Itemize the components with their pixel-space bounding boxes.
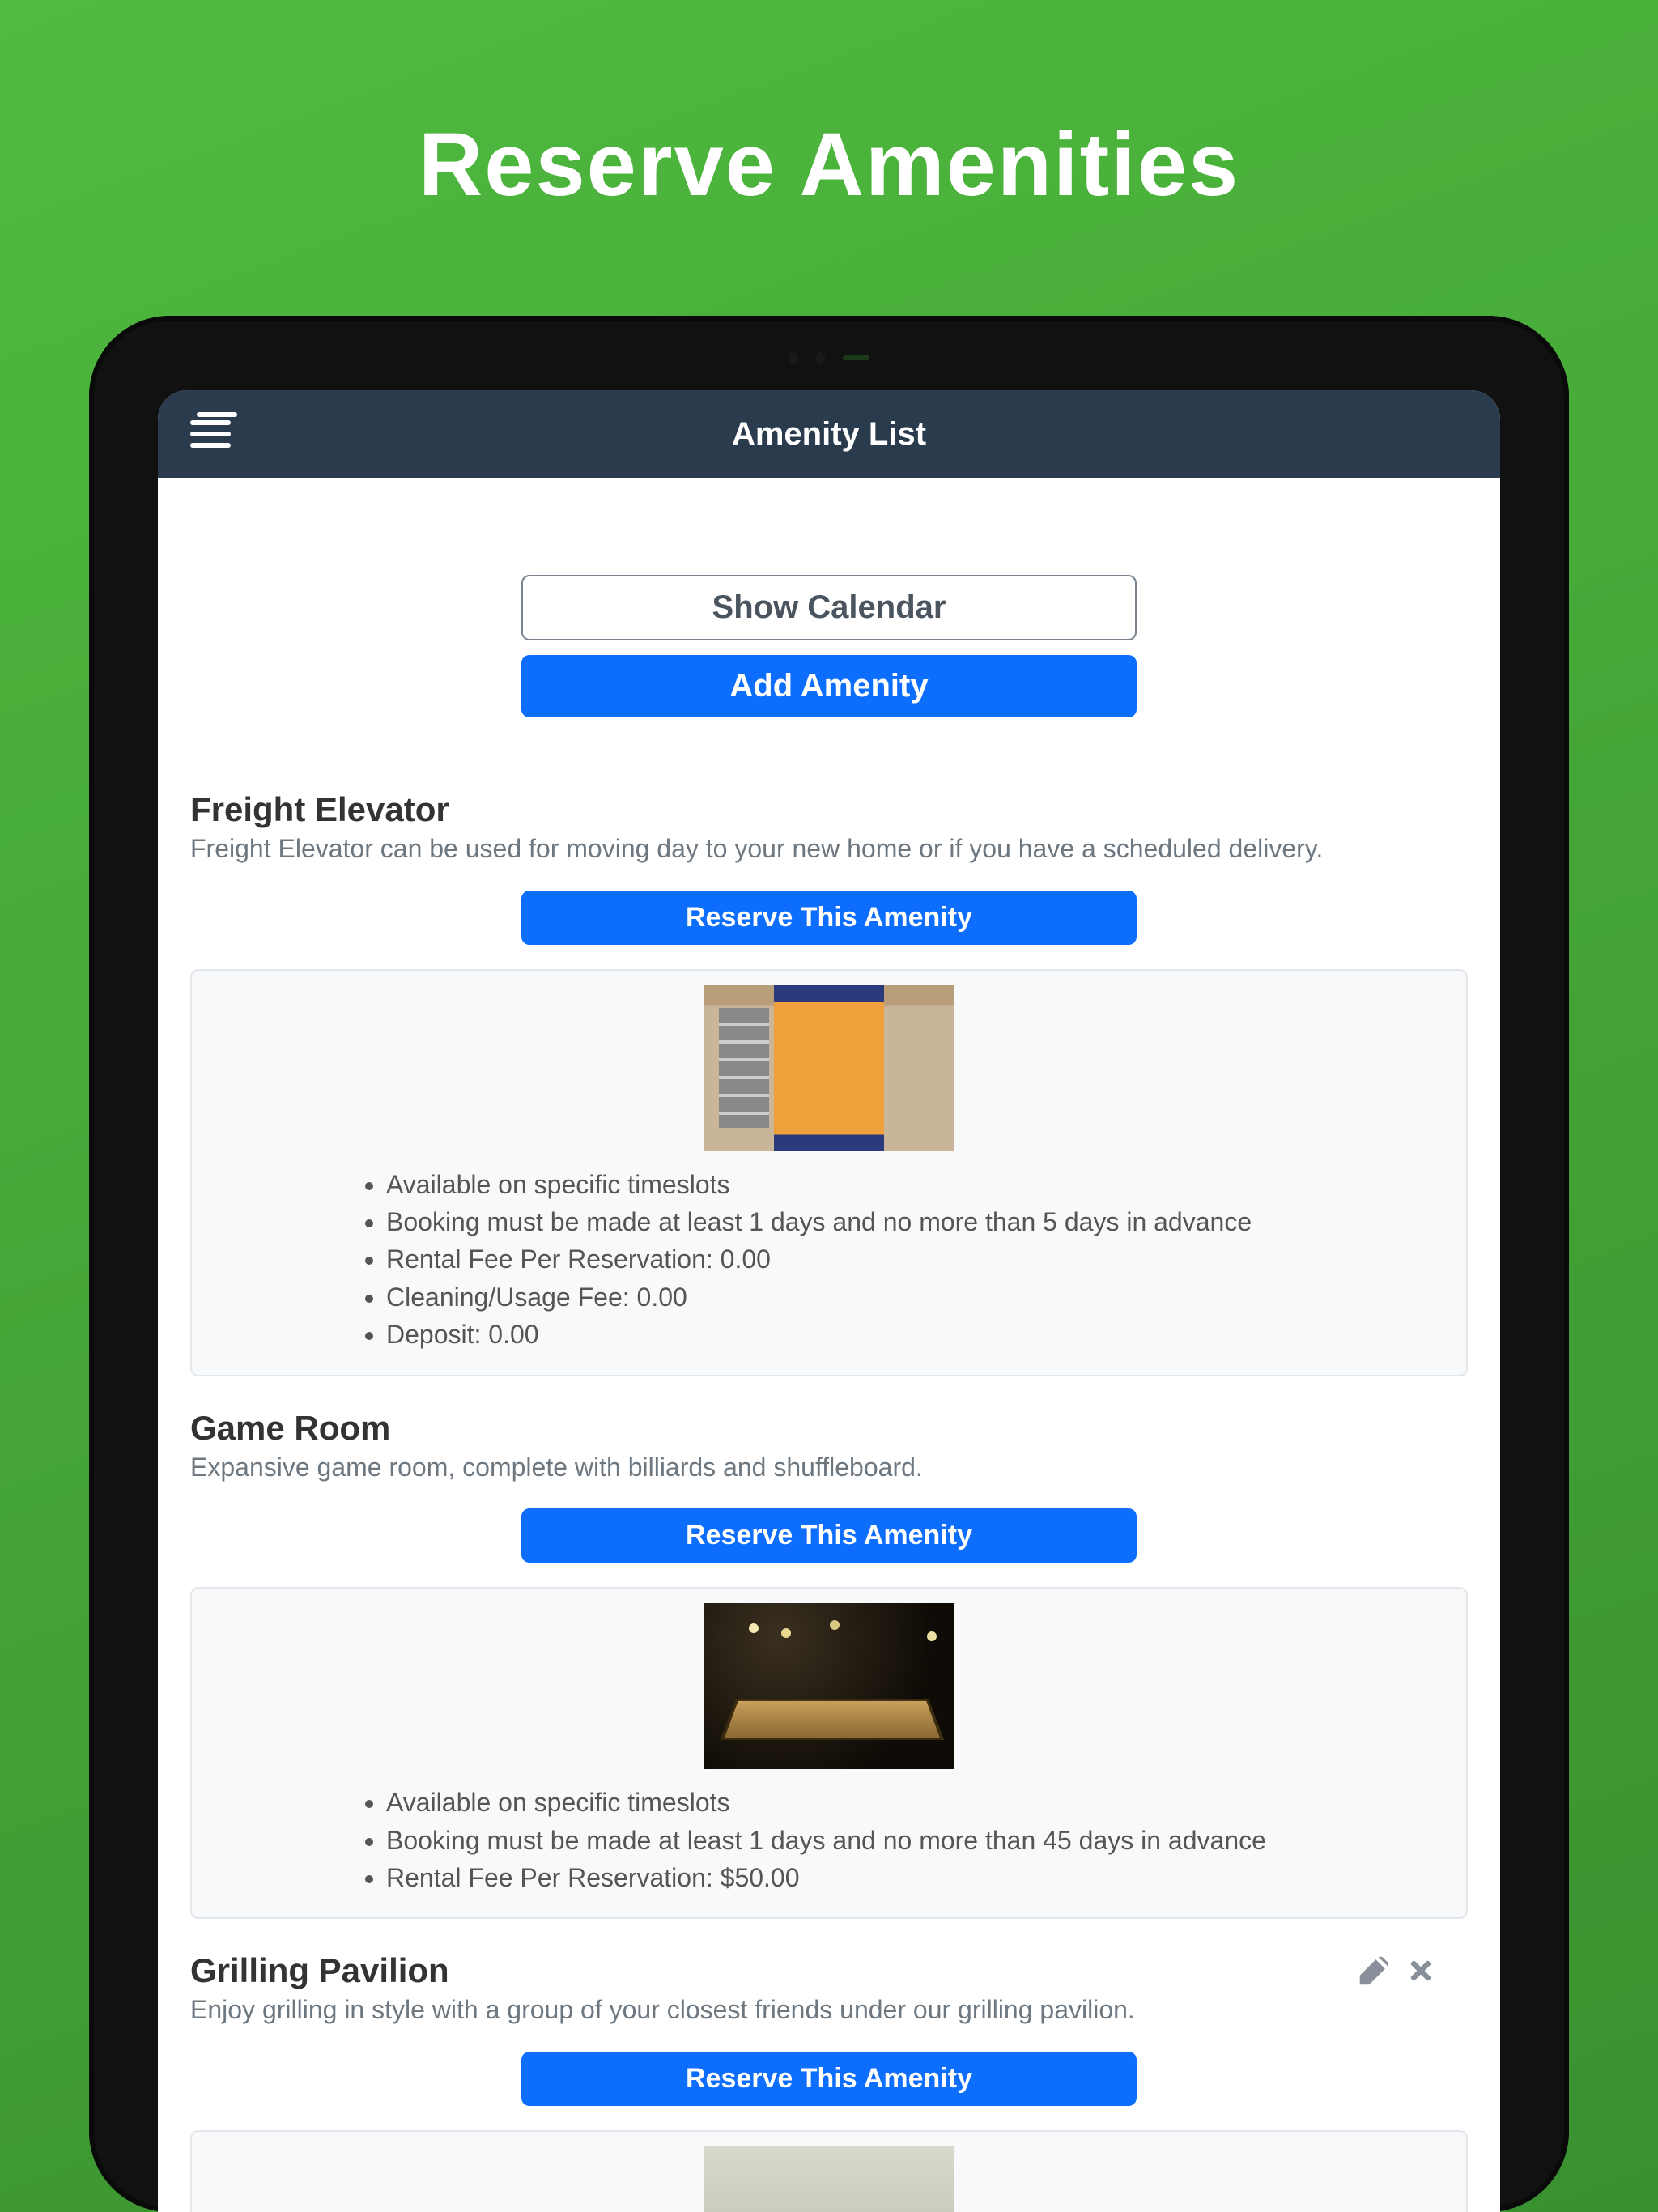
- amenity-title: Grilling Pavilion: [190, 1951, 1359, 1990]
- amenity-description: Freight Elevator can be used for moving …: [190, 832, 1468, 866]
- amenity-detail: Available on specific timeslots: [386, 1784, 1434, 1821]
- amenity-card: Available on specific timeslotsBooking m…: [190, 969, 1468, 1376]
- add-amenity-button[interactable]: Add Amenity: [521, 655, 1137, 717]
- amenity-description: Expansive game room, complete with billi…: [190, 1451, 1468, 1485]
- hero-title: Reserve Amenities: [0, 0, 1658, 216]
- nav-bar: Amenity List: [158, 390, 1500, 478]
- amenity-item: Freight Elevator Freight Elevator can be…: [190, 790, 1468, 1376]
- delete-icon[interactable]: [1406, 1956, 1435, 1989]
- top-button-group: Show Calendar Add Amenity: [190, 575, 1468, 717]
- reserve-amenity-button[interactable]: Reserve This Amenity: [521, 891, 1137, 945]
- amenity-item: Game Room Expansive game room, complete …: [190, 1409, 1468, 1920]
- amenity-title: Game Room: [190, 1409, 1468, 1448]
- amenity-detail: Available on specific timeslots: [386, 1166, 1434, 1203]
- amenity-detail: Rental Fee Per Reservation: 0.00: [386, 1240, 1434, 1278]
- device-camera: [789, 351, 869, 364]
- content-area: Show Calendar Add Amenity Freight Elevat…: [158, 478, 1500, 2212]
- reserve-amenity-button[interactable]: Reserve This Amenity: [521, 1508, 1137, 1563]
- amenity-image: [704, 2146, 954, 2212]
- device-frame: Amenity List Show Calendar Add Amenity F…: [89, 316, 1569, 2212]
- amenity-detail: Rental Fee Per Reservation: $50.00: [386, 1859, 1434, 1896]
- show-calendar-button[interactable]: Show Calendar: [521, 575, 1137, 640]
- amenity-detail: Cleaning/Usage Fee: 0.00: [386, 1278, 1434, 1316]
- amenity-image: [704, 1603, 954, 1769]
- amenity-detail: Deposit: 0.00: [386, 1316, 1434, 1353]
- amenity-detail: Booking must be made at least 1 days and…: [386, 1822, 1434, 1859]
- amenity-description: Enjoy grilling in style with a group of …: [190, 1993, 1359, 2027]
- amenity-image: [704, 985, 954, 1151]
- amenity-card: [190, 2130, 1468, 2212]
- menu-button[interactable]: [190, 420, 231, 448]
- amenity-title: Freight Elevator: [190, 790, 1468, 829]
- reserve-amenity-button[interactable]: Reserve This Amenity: [521, 2052, 1137, 2106]
- nav-title: Amenity List: [732, 416, 926, 453]
- edit-icon[interactable]: [1359, 1956, 1388, 1989]
- amenity-card: Available on specific timeslotsBooking m…: [190, 1587, 1468, 1919]
- amenity-detail: Booking must be made at least 1 days and…: [386, 1203, 1434, 1240]
- notification-dot-icon: [197, 412, 237, 417]
- amenity-item: Grilling Pavilion Enjoy grilling in styl…: [190, 1951, 1468, 2212]
- app-screen: Amenity List Show Calendar Add Amenity F…: [158, 390, 1500, 2212]
